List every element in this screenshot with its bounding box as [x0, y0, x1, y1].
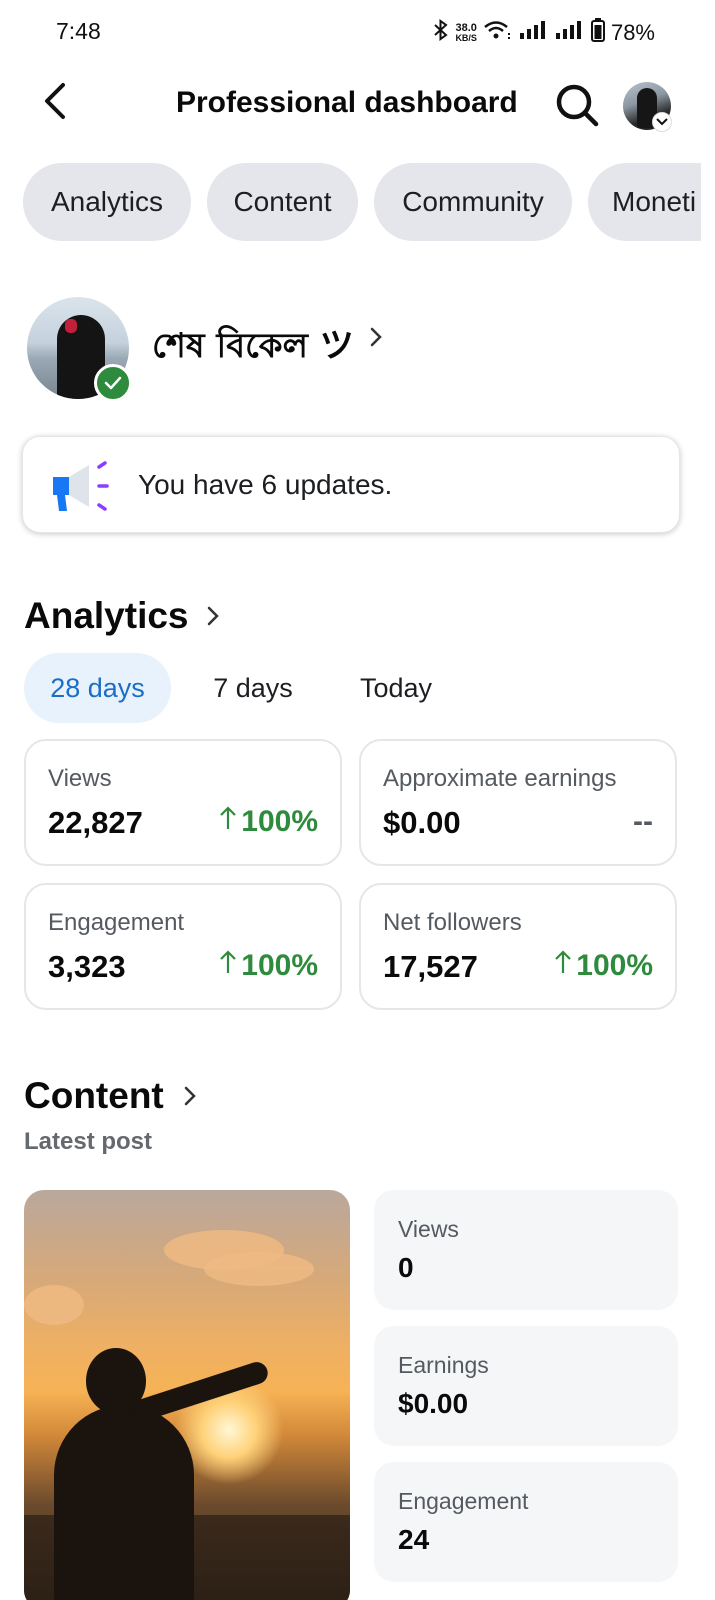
updates-card[interactable]: You have 6 updates.: [22, 436, 680, 533]
content-section-title[interactable]: Content: [24, 1075, 164, 1117]
back-arrow-icon: [41, 81, 69, 126]
stat-value: $0.00: [383, 805, 461, 840]
stat-card-net-followers[interactable]: Net followers 17,527 100%: [359, 883, 677, 1010]
stat-change-value: 100%: [241, 805, 318, 838]
updates-text: You have 6 updates.: [138, 469, 393, 500]
stat-change: 100%: [554, 949, 653, 983]
category-tabs: Analytics Content Community Moneti: [23, 163, 701, 241]
chevron-right-icon[interactable]: [368, 324, 384, 355]
stat-change-value: --: [633, 805, 653, 838]
post-metric-views: Views 0: [374, 1190, 678, 1310]
stat-label: Engagement: [48, 909, 185, 936]
signal-icon: [519, 20, 549, 46]
search-icon: [554, 82, 600, 133]
verified-check-icon: [94, 364, 132, 402]
latest-post-thumbnail[interactable]: [24, 1190, 350, 1600]
stat-card-views[interactable]: Views 22,827 100%: [24, 739, 342, 866]
stat-change: 100%: [219, 805, 318, 839]
period-7-days[interactable]: 7 days: [190, 653, 316, 723]
chevron-down-icon: [652, 112, 672, 132]
app-header: Professional dashboard: [0, 72, 715, 142]
metric-label: Views: [398, 1216, 459, 1242]
analytics-section-title[interactable]: Analytics: [24, 595, 189, 637]
stat-change: 100%: [219, 949, 318, 983]
stat-value: 17,527: [383, 949, 478, 984]
network-speed-unit: KB/S: [455, 33, 477, 43]
profile-name[interactable]: শেষ বিকেল ツ: [152, 318, 354, 377]
stat-card-earnings[interactable]: Approximate earnings $0.00 --: [359, 739, 677, 866]
tab-community[interactable]: Community: [374, 163, 572, 241]
stat-label: Approximate earnings: [383, 765, 617, 792]
arrow-up-icon: [219, 805, 237, 839]
period-today[interactable]: Today: [338, 653, 454, 723]
stat-label: Views: [48, 765, 112, 792]
signal-icon-2: [555, 20, 585, 46]
period-28-days[interactable]: 28 days: [24, 653, 171, 723]
tab-analytics[interactable]: Analytics: [23, 163, 191, 241]
metric-value: 24: [398, 1524, 430, 1555]
bluetooth-icon: [433, 19, 449, 47]
metric-value: $0.00: [398, 1388, 469, 1419]
tab-monetization[interactable]: Moneti: [588, 163, 701, 241]
arrow-up-icon: [219, 949, 237, 983]
metric-label: Earnings: [398, 1352, 489, 1378]
stat-value: 3,323: [48, 949, 126, 984]
metric-value: 0: [398, 1252, 414, 1283]
cloud-shape: [24, 1285, 84, 1325]
battery-level: 78%: [610, 20, 655, 45]
chevron-right-icon[interactable]: [182, 1083, 198, 1114]
stat-label: Net followers: [383, 909, 522, 936]
avatar-face: [65, 319, 77, 333]
post-metric-engagement: Engagement 24: [374, 1462, 678, 1582]
metric-label: Engagement: [398, 1488, 529, 1514]
battery-icon: [590, 18, 605, 48]
megaphone-icon: [47, 459, 113, 513]
stat-change-value: 100%: [241, 949, 318, 982]
search-button[interactable]: [550, 80, 604, 134]
latest-post-label: Latest post: [24, 1128, 153, 1155]
tab-content[interactable]: Content: [207, 163, 358, 241]
person-silhouette: [54, 1405, 194, 1600]
stat-change-value: 100%: [576, 949, 653, 982]
chevron-right-icon[interactable]: [205, 603, 221, 634]
status-bar: 7:48 38.0 KB/S 78%: [0, 0, 715, 64]
wifi-icon: [483, 19, 513, 47]
status-time: 7:48: [56, 18, 101, 44]
arrow-up-icon: [554, 949, 572, 983]
cloud-shape: [204, 1252, 314, 1286]
network-speed: 38.0 KB/S: [455, 23, 477, 44]
stat-card-engagement[interactable]: Engagement 3,323 100%: [24, 883, 342, 1010]
status-icons: 38.0 KB/S 78%: [433, 18, 655, 48]
back-button[interactable]: [30, 78, 80, 128]
page-title: Professional dashboard: [176, 86, 518, 119]
post-metric-earnings: Earnings $0.00: [374, 1326, 678, 1446]
stat-value: 22,827: [48, 805, 143, 840]
